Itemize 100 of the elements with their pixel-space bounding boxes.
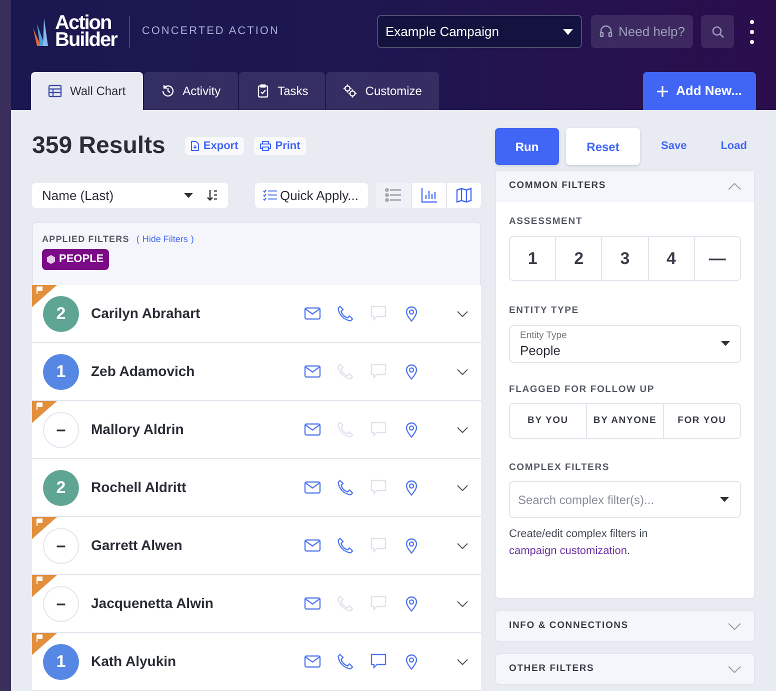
person-row[interactable]: 2 Rochell Aldritt bbox=[32, 459, 481, 517]
envelope-icon[interactable] bbox=[304, 653, 321, 670]
phone-icon[interactable] bbox=[337, 305, 354, 322]
quick-apply-button[interactable]: Quick Apply... bbox=[255, 183, 368, 208]
envelope-icon[interactable] bbox=[304, 595, 321, 612]
more-options-button[interactable] bbox=[748, 20, 756, 44]
view-toggle[interactable] bbox=[376, 183, 411, 208]
export-button[interactable]: Export bbox=[185, 137, 244, 155]
help-button[interactable]: Need help? bbox=[590, 15, 693, 48]
filter-section-header[interactable]: INFO & CONNECTIONS bbox=[495, 610, 755, 642]
add-new-button[interactable]: Add New... bbox=[643, 72, 756, 110]
person-row[interactable]: – Mallory Aldrin bbox=[32, 401, 481, 459]
flagged-option[interactable]: BY ANYONE bbox=[586, 404, 663, 438]
search-icon bbox=[712, 26, 724, 38]
results-count: 359 Results bbox=[32, 131, 166, 161]
caret-icon bbox=[562, 28, 572, 35]
speech-bubble-icon[interactable] bbox=[370, 653, 387, 670]
caret-icon bbox=[184, 192, 193, 198]
location-pin-icon[interactable] bbox=[403, 595, 420, 612]
bar-chart-icon bbox=[420, 187, 438, 204]
person-row[interactable]: – Garrett Alwen bbox=[32, 517, 481, 575]
location-pin-icon[interactable] bbox=[403, 421, 420, 438]
common-filters-header[interactable]: COMMON FILTERS bbox=[496, 171, 754, 202]
phone-icon[interactable] bbox=[337, 479, 354, 496]
flagged-label: FLAGGED FOR FOLLOW UP bbox=[509, 382, 656, 396]
chevron-icon[interactable] bbox=[457, 368, 468, 374]
hide-filters-link[interactable]: Hide Filters bbox=[142, 232, 188, 246]
person-name: Zeb Adamovich bbox=[91, 362, 196, 381]
tab[interactable]: Customize bbox=[326, 72, 439, 110]
sort-icon bbox=[207, 190, 218, 201]
chevron-icon[interactable] bbox=[457, 600, 468, 606]
campaign-dropdown[interactable]: Example Campaign bbox=[376, 15, 582, 48]
people-filter-chip: PEOPLE bbox=[42, 249, 109, 270]
caret-icon bbox=[720, 497, 729, 502]
caret-icon bbox=[721, 341, 730, 346]
table-icon bbox=[48, 84, 62, 98]
phone-icon[interactable] bbox=[337, 537, 354, 554]
person-name: Carilyn Abrahart bbox=[91, 304, 202, 323]
chevron-icon[interactable] bbox=[457, 310, 468, 316]
assessment-option[interactable]: 2 bbox=[555, 237, 602, 280]
tab[interactable]: Wall Chart bbox=[31, 72, 143, 110]
assessment-badge: 2 bbox=[43, 470, 79, 506]
person-row[interactable]: 2 Carilyn Abrahart bbox=[32, 285, 481, 343]
envelope-icon[interactable] bbox=[304, 305, 321, 322]
assessment-label: ASSESSMENT bbox=[509, 215, 584, 229]
location-pin-icon[interactable] bbox=[403, 653, 420, 670]
person-row[interactable]: 1 Kath Alyukin bbox=[32, 633, 481, 691]
chevron-icon[interactable] bbox=[457, 484, 468, 490]
envelope-icon[interactable] bbox=[304, 537, 321, 554]
reset-button[interactable]: Reset bbox=[566, 128, 640, 165]
assessment-option[interactable]: — bbox=[694, 237, 740, 280]
person-name: Mallory Aldrin bbox=[91, 420, 185, 439]
assessment-badge: – bbox=[43, 412, 79, 448]
view-toggle[interactable] bbox=[446, 183, 481, 208]
person-row[interactable]: – Jacquenetta Alwin bbox=[32, 575, 481, 633]
assessment-badge: – bbox=[43, 528, 79, 564]
assessment-badge: 1 bbox=[43, 354, 79, 390]
location-pin-icon[interactable] bbox=[403, 537, 420, 554]
printer-icon bbox=[260, 141, 272, 151]
search-button[interactable] bbox=[701, 15, 734, 48]
history-icon bbox=[160, 84, 175, 98]
flagged-option[interactable]: FOR YOU bbox=[663, 404, 740, 438]
envelope-icon[interactable] bbox=[304, 421, 321, 438]
save-button[interactable]: Save bbox=[661, 138, 687, 155]
envelope-icon[interactable] bbox=[304, 363, 321, 380]
chevron-icon[interactable] bbox=[457, 426, 468, 432]
chevron-icon[interactable] bbox=[457, 542, 468, 548]
applied-filters-label: APPLIED FILTERS bbox=[42, 232, 130, 246]
phone-icon[interactable] bbox=[337, 653, 354, 670]
assessment-badge: – bbox=[43, 586, 79, 622]
organization-name: CONCERTED ACTION bbox=[142, 24, 280, 40]
person-name: Kath Alyukin bbox=[91, 652, 178, 671]
parenthesis-text: ) bbox=[190, 232, 194, 246]
envelope-icon[interactable] bbox=[304, 479, 321, 496]
assessment-badge: 2 bbox=[43, 296, 79, 332]
help-text: Create/edit complex filters in campaign customization. bbox=[509, 527, 649, 559]
location-pin-icon[interactable] bbox=[403, 363, 420, 380]
load-button[interactable]: Load bbox=[720, 138, 747, 155]
person-row[interactable]: 1 Zeb Adamovich bbox=[32, 343, 481, 401]
location-pin-icon[interactable] bbox=[403, 305, 420, 322]
assessment-option[interactable]: 3 bbox=[601, 237, 648, 280]
entity-type-dropdown[interactable]: Entity Type People bbox=[509, 324, 741, 362]
flagged-option[interactable]: BY YOU bbox=[510, 404, 586, 438]
parenthesis-text: ( bbox=[136, 232, 140, 246]
person-name: Rochell Aldritt bbox=[91, 478, 188, 497]
logo-text: Action Builder bbox=[55, 14, 117, 49]
complex-filters-label: COMPLEX FILTERS bbox=[509, 460, 610, 475]
tab[interactable]: Tasks bbox=[238, 72, 326, 110]
tab[interactable]: Activity bbox=[144, 72, 238, 110]
location-pin-icon[interactable] bbox=[403, 479, 420, 496]
print-button[interactable]: Print bbox=[254, 137, 306, 155]
assessment-option[interactable]: 4 bbox=[648, 237, 694, 280]
complex-filter-search[interactable]: Search complex filter(s)... bbox=[509, 481, 741, 518]
chevron-icon[interactable] bbox=[457, 658, 468, 664]
assessment-option[interactable]: 1 bbox=[510, 237, 556, 280]
campaign-customization-link[interactable]: campaign customization bbox=[509, 545, 628, 557]
document-icon bbox=[191, 141, 200, 151]
sort-dropdown[interactable]: Name (Last) bbox=[32, 183, 228, 208]
filter-section-header[interactable]: OTHER FILTERS bbox=[495, 653, 755, 685]
run-button[interactable]: Run bbox=[495, 128, 559, 165]
